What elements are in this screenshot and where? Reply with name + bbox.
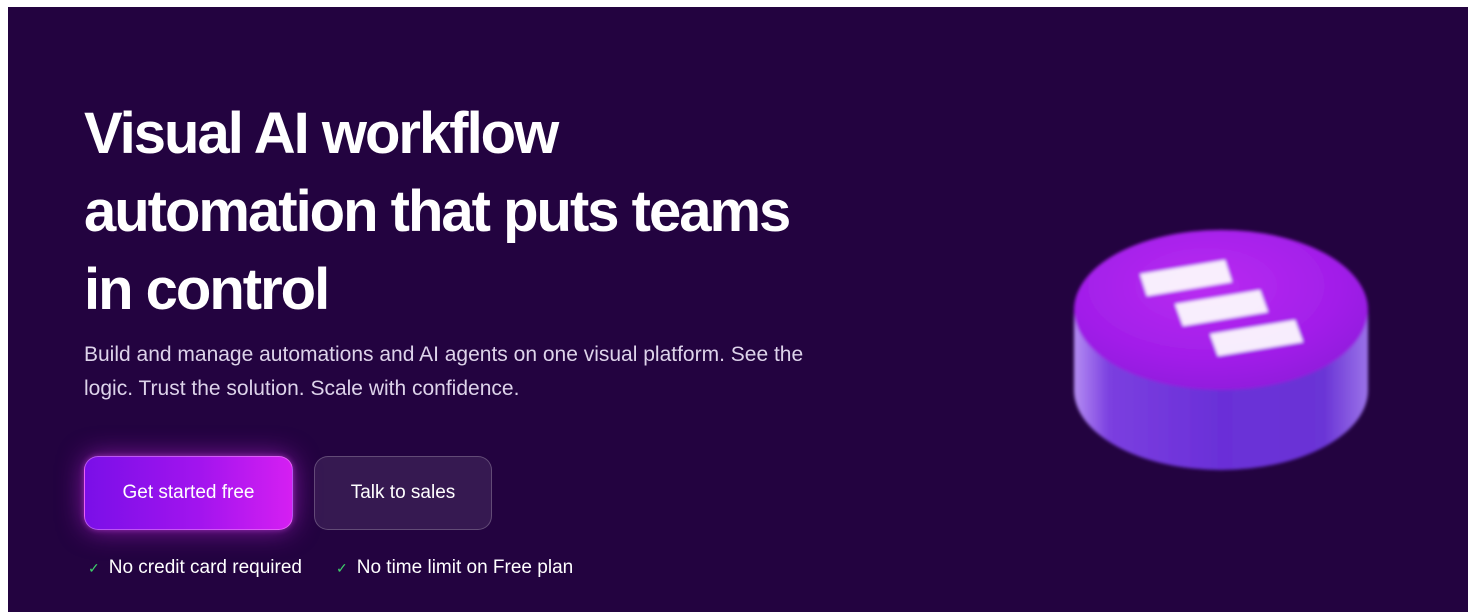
hero-subtitle: Build and manage automations and AI agen… xyxy=(84,343,804,400)
perk-item: ✓ No time limit on Free plan xyxy=(336,557,573,579)
get-started-button[interactable]: Get started free xyxy=(84,456,293,530)
logo-puck-icon xyxy=(1074,230,1368,470)
perk-label: No credit card required xyxy=(108,557,302,578)
talk-to-sales-button[interactable]: Talk to sales xyxy=(314,456,492,530)
perk-item: ✓ No credit card required xyxy=(88,557,302,579)
hero-section: Visual AI workflow automation that puts … xyxy=(8,7,1468,612)
perk-label: No time limit on Free plan xyxy=(356,557,574,578)
check-icon: ✓ xyxy=(88,560,100,576)
check-icon: ✓ xyxy=(336,560,348,576)
perks-list: ✓ No credit card required ✓ No time limi… xyxy=(88,557,573,579)
hero-title: Visual AI workflow automation that puts … xyxy=(84,101,791,322)
